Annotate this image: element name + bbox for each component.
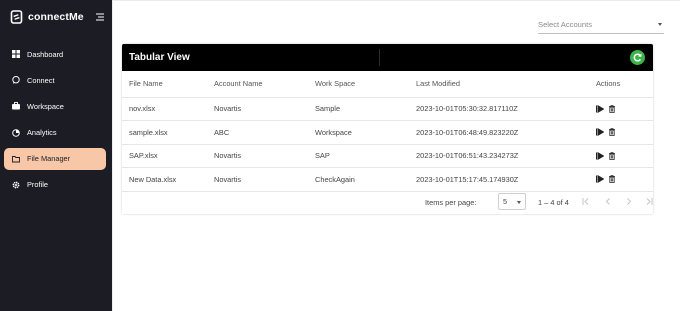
cell-last-modified: 2023-10-01T05:30:32.817110Z <box>416 97 589 121</box>
items-per-page-select[interactable]: 5 <box>498 193 526 210</box>
cell-account-name: Novartis <box>214 97 315 121</box>
sidebar-item-label: Workspace <box>27 101 64 111</box>
items-per-page-value: 5 <box>503 197 508 206</box>
select-accounts-dropdown[interactable]: Select Accounts <box>538 17 664 34</box>
menu-toggle-icon[interactable] <box>96 13 104 21</box>
brand-name: connectMe <box>28 11 84 23</box>
cell-file-name: nov.xlsx <box>122 97 214 121</box>
chevron-down-icon <box>517 201 521 204</box>
pie-chart-icon <box>12 128 20 137</box>
table-row[interactable]: nov.xlsx Novartis Sample 2023-10-01T05:3… <box>122 97 653 121</box>
trash-icon[interactable] <box>608 151 616 160</box>
briefcase-icon <box>12 102 20 110</box>
cell-last-modified: 2023-10-01T15:17:45.174930Z <box>416 167 589 192</box>
cell-work-space: SAP <box>315 144 416 168</box>
main-content: Select Accounts Tabular View File Name A… <box>112 0 680 311</box>
sidebar-item-label: Dashboard <box>27 49 64 59</box>
sidebar-item-label: Connect <box>27 75 55 85</box>
sidebar-item-profile[interactable]: Profile <box>4 174 106 196</box>
cell-account-name: ABC <box>214 120 315 145</box>
sidebar-nav: Dashboard Connect Workspace Analytics Fi… <box>4 43 106 200</box>
brand[interactable]: connectMe <box>10 8 105 26</box>
column-header-file-name[interactable]: File Name <box>122 71 214 98</box>
header-divider <box>379 49 380 66</box>
files-table: File Name Account Name Work Space Last M… <box>122 71 653 192</box>
card-header: Tabular View <box>122 44 653 71</box>
column-header-account-name[interactable]: Account Name <box>214 71 315 98</box>
sidebar-item-file-manager[interactable]: File Manager <box>4 147 106 170</box>
sidebar-item-analytics[interactable]: Analytics <box>4 122 106 144</box>
sidebar-item-workspace[interactable]: Workspace <box>4 95 106 117</box>
pagination-range: 1 – 4 of 4 <box>538 198 569 207</box>
cell-last-modified: 2023-10-01T06:51:43.234273Z <box>416 144 589 168</box>
play-icon[interactable] <box>596 151 604 160</box>
cell-account-name: Novartis <box>214 167 315 192</box>
card-title: Tabular View <box>129 52 190 63</box>
table-header-row: File Name Account Name Work Space Last M… <box>122 71 653 98</box>
select-accounts-placeholder: Select Accounts <box>538 20 593 29</box>
cell-actions <box>589 120 653 145</box>
column-header-last-modified[interactable]: Last Modified <box>416 71 589 98</box>
sidebar-item-dashboard[interactable]: Dashboard <box>4 43 106 65</box>
last-page-icon[interactable] <box>645 197 653 206</box>
column-header-work-space[interactable]: Work Space <box>315 71 416 98</box>
sidebar-item-label: File Manager <box>27 154 71 164</box>
items-per-page-label: Items per page: <box>425 198 477 207</box>
sidebar-item-label: Profile <box>27 180 48 190</box>
cell-actions <box>589 97 653 121</box>
cell-file-name: New Data.xlsx <box>122 167 214 192</box>
sidebar: connectMe Dashboard Connect Workspace An… <box>0 0 112 311</box>
trash-icon[interactable] <box>608 175 616 184</box>
play-icon[interactable] <box>596 175 604 184</box>
previous-page-icon[interactable] <box>604 197 612 206</box>
folder-icon <box>12 155 20 163</box>
refresh-icon[interactable] <box>630 50 645 65</box>
cell-work-space: Sample <box>315 97 416 121</box>
trash-icon[interactable] <box>608 128 616 137</box>
play-icon[interactable] <box>596 128 604 137</box>
sidebar-item-connect[interactable]: Connect <box>4 69 106 91</box>
cell-file-name: sample.xlsx <box>122 120 214 145</box>
cell-work-space: CheckAgain <box>315 167 416 192</box>
chat-icon <box>12 76 20 84</box>
gear-icon <box>12 181 20 189</box>
cell-work-space: Workspace <box>315 120 416 145</box>
tabular-view-card: Tabular View File Name Account Name Work… <box>122 44 653 214</box>
dashboard-icon <box>12 50 20 58</box>
table-row[interactable]: sample.xlsx ABC Workspace 2023-10-01T06:… <box>122 120 653 145</box>
chevron-down-icon <box>658 23 662 26</box>
column-header-actions: Actions <box>589 71 653 98</box>
table-row[interactable]: SAP.xlsx Novartis SAP 2023-10-01T06:51:4… <box>122 144 653 168</box>
cell-last-modified: 2023-10-01T06:48:49.823220Z <box>416 120 589 145</box>
logo-icon <box>10 10 23 24</box>
table-row[interactable]: New Data.xlsx Novartis CheckAgain 2023-1… <box>122 167 653 192</box>
sidebar-item-label: Analytics <box>27 128 57 138</box>
paginator: Items per page: 5 1 – 4 of 4 <box>122 191 653 214</box>
trash-icon[interactable] <box>608 104 616 113</box>
play-icon[interactable] <box>596 104 604 113</box>
cell-actions <box>589 167 653 192</box>
first-page-icon[interactable] <box>582 197 590 206</box>
next-page-icon[interactable] <box>625 197 633 206</box>
cell-actions <box>589 144 653 168</box>
cell-file-name: SAP.xlsx <box>122 144 214 168</box>
cell-account-name: Novartis <box>214 144 315 168</box>
